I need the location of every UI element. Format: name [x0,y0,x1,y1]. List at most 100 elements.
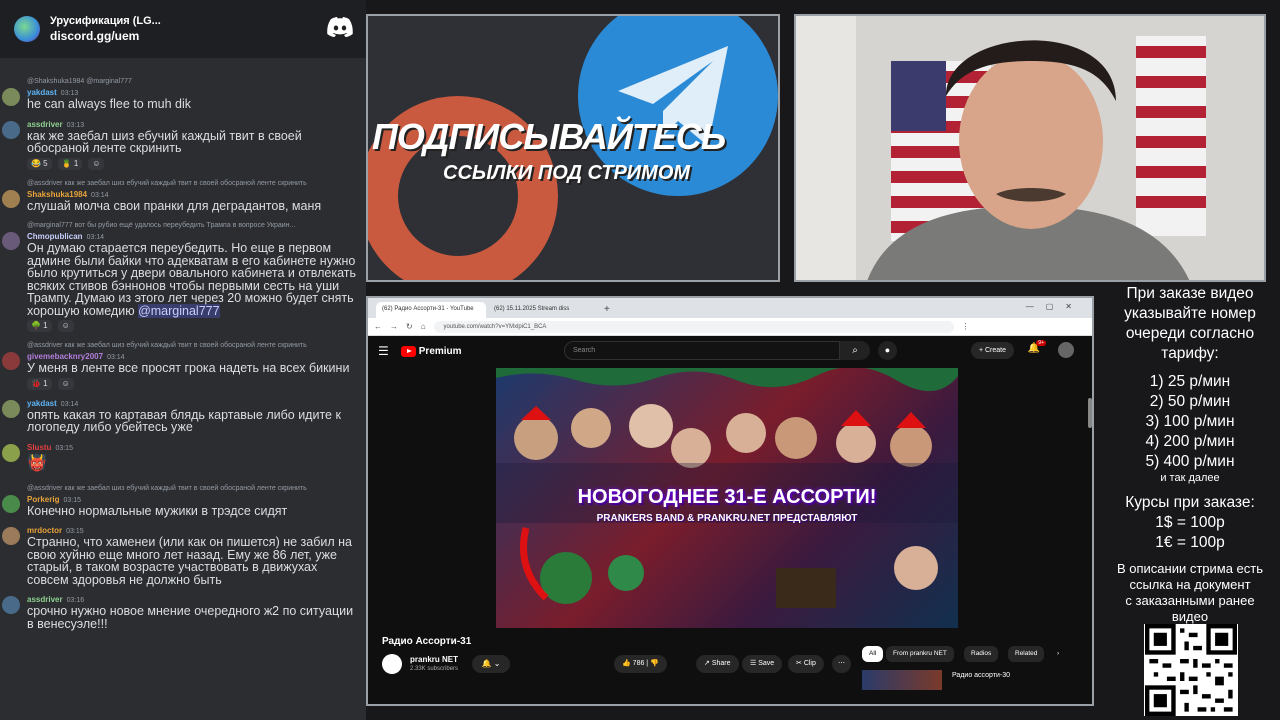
chat-message[interactable]: @assdriver как же заебал шиз ебучий кажд… [0,178,366,213]
user-avatar[interactable] [2,232,20,250]
user-avatar[interactable] [2,88,20,106]
home-icon[interactable]: ⌂ [421,322,426,331]
video-overlay-subtitle: PRANKERS BAND & PRANKRU.NET ПРЕДСТАВЛЯЮТ [596,513,858,524]
reaction[interactable]: ☺ [88,157,105,170]
search-input[interactable]: Search [564,341,840,360]
message-text: слушай молча свои пранки для деградантов… [27,198,322,213]
related-video-thumbnail[interactable] [862,670,942,690]
chat-message[interactable]: Slustu 03:15 👹 [0,442,366,475]
user-avatar[interactable] [2,494,20,513]
user-mention[interactable]: @marginal777 [138,303,220,318]
reply-preview[interactable]: @assdriver как же заебал шиз ебучий кажд… [27,178,362,189]
page-scrollbar[interactable] [1088,398,1092,428]
clip-button[interactable]: ✂ Clip [788,655,824,673]
share-button[interactable]: ↗ Share [696,655,739,673]
user-avatar[interactable] [2,352,20,370]
like-button[interactable]: 👍 786 | 👎 [614,655,667,673]
back-icon[interactable]: ← [374,322,382,331]
video-title: Радио Ассорти-31 [382,636,472,647]
qr-code-image [1145,624,1237,716]
chip-related[interactable]: Related [1008,646,1045,662]
message-text: he can always flee to muh dik [27,97,191,111]
user-avatar[interactable] [2,596,20,614]
channel-avatar[interactable] [382,654,402,674]
chip-radios[interactable]: Radios [964,646,999,662]
reload-icon[interactable]: ↻ [406,322,413,331]
username[interactable]: assdriver [27,595,63,604]
reaction[interactable]: 🐞 1 [27,377,52,390]
extensions-icon[interactable]: ⋮ [962,322,970,331]
chip-from-channel[interactable]: From prankru NET [886,646,954,662]
reaction[interactable]: 😂 5 [27,157,52,170]
username[interactable]: mrdoctor [27,526,62,535]
chip-all[interactable]: All [862,646,884,662]
menu-icon[interactable]: ☰ [378,344,389,358]
user-avatar[interactable] [2,189,20,208]
window-controls[interactable]: —▢✕ [1026,302,1084,311]
reaction[interactable]: 🌳 1 [27,320,52,332]
youtube-header: ☰ Premium Search ⌕ ● + Create 🔔 9+ [368,336,1092,366]
tab-youtube-video[interactable]: (62) Радио Ассорти-31 - YouTube [376,302,486,318]
username[interactable]: givemebacknry2007 [27,352,103,361]
user-avatar[interactable] [2,527,20,545]
search-icon[interactable]: ⌕ [840,341,870,360]
webcam-image [796,16,1264,280]
chat-message[interactable]: @marginal777 вот бы рубио ещё удалось пе… [0,220,366,332]
desc-line: ссылка на документ [1129,577,1251,592]
chat-message[interactable]: yakdast 03:14 опять какая то картавая бляд… [0,398,366,434]
chat-message[interactable]: assdriver 03:13 как же заебал шиз ебучий к… [0,119,366,170]
username[interactable]: assdriver [27,120,63,129]
username[interactable]: Shakshuka1984 [27,190,87,199]
address-bar-row: ← → ↻ ⌂ youtube.com/watch?v=YMxlpiC1_BCA… [368,318,1092,336]
share-label: Share [711,660,731,667]
message-list: @Shakshuka1984 @marginal777 yakdast 03:13 h… [0,58,366,630]
server-invite-link[interactable]: discord.gg/uem [50,28,161,44]
reply-preview[interactable]: @assdriver как же заебал шиз ебучий кажд… [27,340,362,351]
reaction[interactable]: ☺ [57,320,74,332]
chat-message[interactable]: @assdriver как же заебал шиз ебучий кажд… [0,483,366,518]
create-button[interactable]: + Create [970,342,1014,359]
video-player[interactable]: НОВОГОДНЕЕ 31-Е АССОРТИ! PRANKERS BAND &… [496,368,958,628]
reaction[interactable]: ☺ [57,377,74,390]
timestamp: 03:14 [91,191,109,199]
username[interactable]: Slustu [27,443,51,452]
url-field[interactable]: youtube.com/watch?v=YMxlpiC1_BCA [433,320,954,333]
chat-message[interactable]: @assdriver как же заебал шиз ебучий кажд… [0,340,366,390]
user-avatar[interactable] [2,120,20,139]
channel-name[interactable]: prankru NET [410,655,458,664]
username[interactable]: yakdast [27,88,57,97]
related-video-title[interactable]: Радио ассорти-30 [952,672,1010,679]
chat-message[interactable]: @Shakshuka1984 @marginal777 yakdast 03:13 h… [0,76,366,111]
reactions: 🐞 1 ☺ [27,377,362,390]
youtube-play-icon [400,345,416,357]
reaction[interactable]: 🍍 1 [57,157,83,170]
reply-preview[interactable]: @marginal777 вот бы рубио ещё удалось пе… [27,220,362,231]
subscribed-bell-button[interactable]: 🔔 ⌄ [472,655,510,673]
desc-line: с заказанными ранее [1125,593,1255,608]
chat-message[interactable]: mrdoctor 03:15 Странно, что хаменеи (или к… [0,525,366,586]
rate-usd: 1$ = 100р [1155,514,1225,531]
message-meta: Slustu 03:15 [27,442,362,453]
chips-next-icon[interactable]: › [1050,646,1066,662]
reply-preview[interactable]: @assdriver как же заебал шиз ебучий кажд… [27,483,362,494]
chat-message[interactable]: assdriver 03:16 срочно нужно новое мнение … [0,594,366,630]
forward-icon[interactable]: → [390,322,398,331]
more-actions-button[interactable]: ⋯ [832,655,851,673]
username[interactable]: yakdast [27,399,57,408]
user-avatar[interactable] [2,399,20,418]
save-button[interactable]: ☰ Save [742,655,783,673]
emoji-message: 👹 [27,454,47,472]
youtube-logo[interactable]: Premium [400,345,462,357]
desc-line: видео [1171,609,1209,624]
reply-preview[interactable]: @Shakshuka1984 @marginal777 [27,76,362,87]
username[interactable]: Porkerig [27,495,59,504]
tab-stream[interactable]: (62) 15.11.2025 Stream diss [488,302,598,318]
account-avatar[interactable] [1058,342,1074,358]
new-tab-button[interactable]: + [600,304,614,318]
username[interactable]: Chmopublican [27,232,83,241]
timestamp: 03:15 [55,444,73,452]
stream-layout: Урусификация (LG... discord.gg/uem @Shak… [0,0,1280,720]
user-avatar[interactable] [2,443,20,462]
timestamp: 03:13 [66,121,85,129]
mic-icon[interactable]: ● [878,341,897,360]
